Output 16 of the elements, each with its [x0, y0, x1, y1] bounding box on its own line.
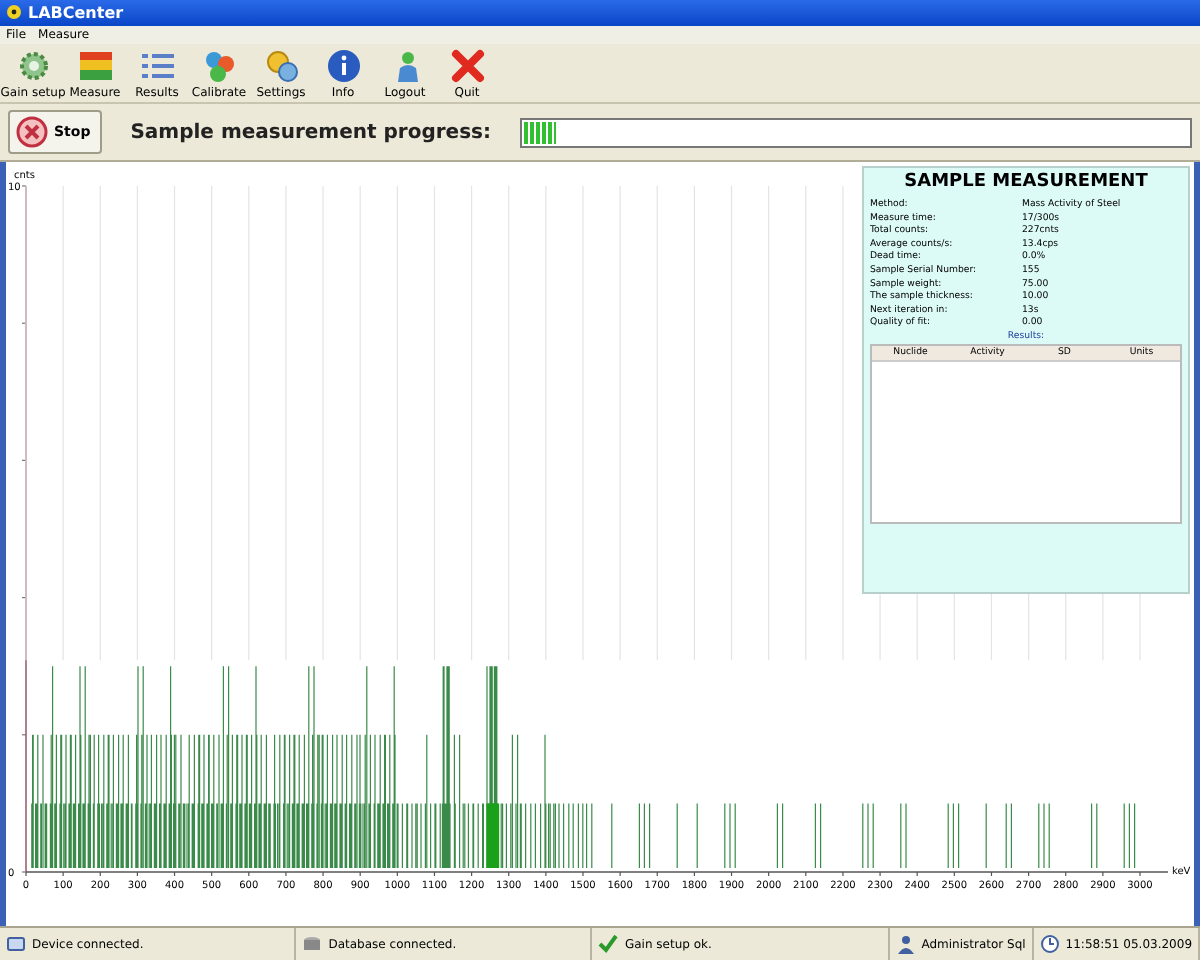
gear-icon	[15, 47, 51, 84]
close-icon	[449, 47, 485, 84]
gears-icon	[263, 47, 299, 84]
window-title: LABCenter	[28, 3, 124, 22]
stop-icon	[16, 116, 48, 149]
database-icon	[302, 934, 323, 955]
spectrum-icon	[77, 47, 113, 84]
progress-label: Sample measurement progress:	[130, 121, 491, 144]
panel-title: SAMPLE MEASUREMENT	[902, 172, 1150, 193]
clock-icon	[1039, 934, 1060, 955]
balls-icon	[201, 47, 237, 84]
user-icon	[895, 934, 916, 955]
device-icon	[6, 934, 26, 955]
info-icon	[325, 47, 361, 84]
app-icon	[6, 4, 22, 21]
check-icon	[598, 934, 619, 955]
